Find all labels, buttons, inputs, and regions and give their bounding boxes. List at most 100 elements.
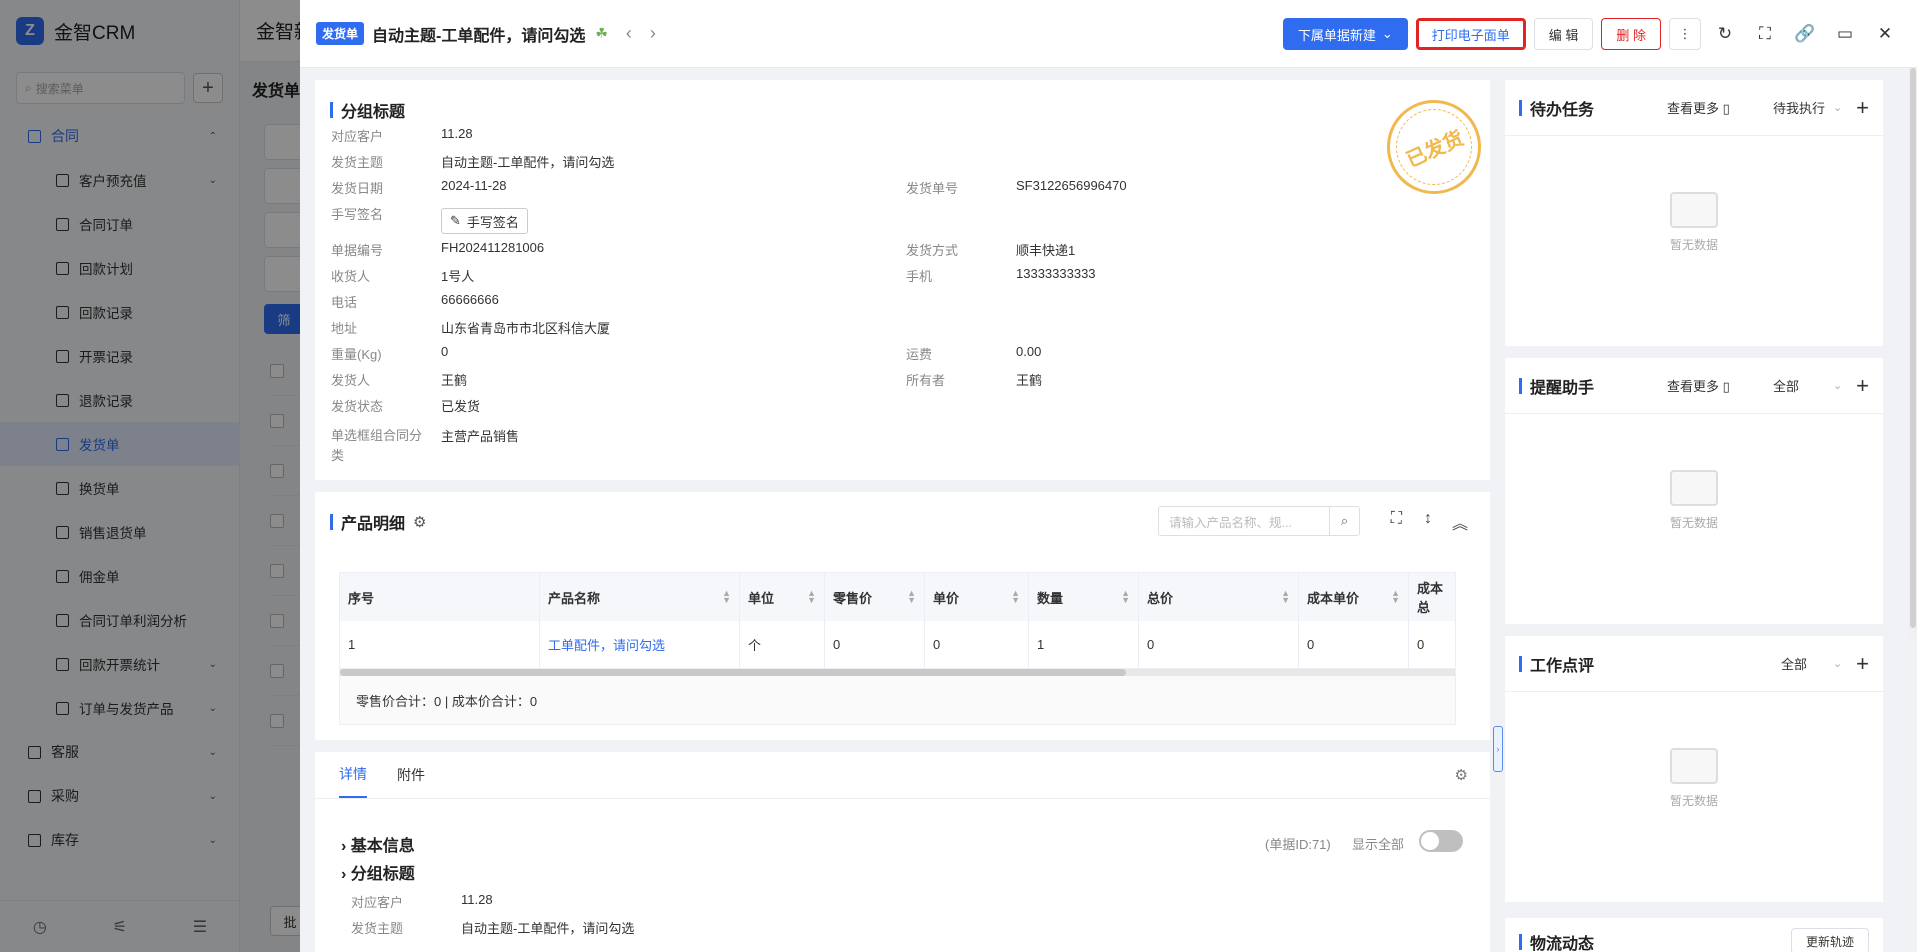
column-header[interactable]: 总价 ▲ ▼ (1139, 573, 1299, 621)
column-header[interactable]: 单位 ▲ ▼ (740, 573, 825, 621)
field-value[interactable]: 11.28 (441, 126, 473, 141)
fullscreen-icon[interactable]: ⛶ (1749, 18, 1781, 50)
search-icon[interactable]: ⌕ (1329, 507, 1359, 535)
column-header-label: 数量 (1037, 590, 1064, 606)
collapse-up-icon[interactable]: ︽ (1452, 510, 1468, 534)
table-header: 序号 产品名称 ▲ ▼ 单位 ▲ ▼ 零售价 ▲ ▼ 单价 ▲ ▼ 数量 ▲ ▼ 总价 ▲ ▼ 成本单价 ▲ ▼ 成本总 (340, 573, 1455, 621)
reminder-view-more[interactable]: 查看更多 ▯ (1667, 376, 1730, 395)
chevron-down-icon[interactable]: ⌄ (1833, 657, 1842, 670)
show-all-toggle[interactable] (1419, 830, 1463, 852)
close-icon[interactable]: ✕ (1869, 18, 1901, 50)
share-icon[interactable]: ☘ (595, 25, 608, 42)
refresh-icon[interactable]: ↻ (1709, 18, 1741, 50)
view-more-label: 查看更多 (1667, 379, 1720, 394)
sort-icon[interactable]: ▲ ▼ (907, 589, 916, 605)
sort-icon[interactable]: ▲ ▼ (722, 589, 731, 605)
column-header[interactable]: 成本单价 ▲ ▼ (1299, 573, 1409, 621)
link-icon[interactable]: 🔗 (1789, 18, 1821, 50)
products-card: 产品明细 ⚙ 请输入产品名称、规... ⌕ ⛶ ↕ ︽ 序号 产品名称 ▲ ▼ 单位 ▲ ▼… (315, 492, 1490, 740)
field-value: 主营产品销售 (441, 429, 520, 444)
column-header[interactable]: 产品名称 ▲ ▼ (540, 573, 740, 621)
table-body: 1 工单配件，请问勾选个 0 0 1 0 0 0 (340, 621, 1455, 669)
next-record-icon[interactable]: › (650, 23, 656, 44)
row-height-icon[interactable]: ↕ (1424, 510, 1432, 528)
scrollbar-thumb[interactable] (340, 669, 1126, 676)
gear-icon[interactable]: ⚙ (1455, 766, 1468, 784)
empty-inbox-icon (1670, 748, 1718, 784)
table-cell: 0 (1139, 621, 1299, 669)
product-search-input[interactable]: 请输入产品名称、规... (1159, 512, 1329, 531)
todo-panel-header: 待办任务 查看更多 ▯ 待我执行 ⌄ + (1505, 80, 1883, 136)
more-actions-icon[interactable]: ⋮ (1669, 18, 1701, 50)
print-waybill-button[interactable]: 打印电子面单 (1415, 18, 1526, 50)
field-label: 发货主题 (331, 155, 384, 170)
add-review-icon[interactable]: + (1856, 651, 1869, 677)
field-value: 王鹤 (441, 373, 468, 388)
column-header[interactable]: 数量 ▲ ▼ (1029, 573, 1139, 621)
field-label: 发货单号 (906, 181, 959, 196)
horizontal-scrollbar[interactable] (340, 669, 1455, 676)
column-header[interactable]: 零售价 ▲ ▼ (825, 573, 925, 621)
table-cell: 0 (1409, 621, 1455, 669)
reminder-filter-select[interactable]: 全部 (1773, 376, 1799, 395)
chevron-down-icon[interactable]: ⌄ (1833, 101, 1842, 114)
review-panel-header: 工作点评 全部 ⌄ + (1505, 636, 1883, 692)
reminder-empty-state: 暂无数据 (1505, 470, 1883, 531)
todo-filter-select[interactable]: 待我执行 (1773, 98, 1825, 117)
add-todo-icon[interactable]: + (1856, 95, 1869, 121)
basic-info-section[interactable]: › 基本信息 (341, 832, 415, 856)
field-label: 发货主题 (351, 921, 404, 936)
chevron-down-icon[interactable]: ⌄ (1833, 379, 1842, 392)
column-header-label: 零售价 (833, 590, 873, 606)
table-cell: 0 (825, 621, 925, 669)
table-cell[interactable]: 工单配件，请问勾选 (540, 621, 740, 669)
delete-button[interactable]: 删 除 (1601, 18, 1661, 50)
field-value[interactable]: 11.28 (461, 892, 493, 907)
field-label: 地址 (331, 321, 358, 336)
logistics-title: 物流动态 (1519, 930, 1594, 952)
empty-text: 暂无数据 (1669, 516, 1718, 530)
window-icon[interactable]: ▭ (1829, 18, 1861, 50)
column-header[interactable]: 序号 (340, 573, 540, 621)
book-icon: ▯ (1722, 101, 1730, 116)
review-title-text: 工作点评 (1530, 657, 1595, 675)
detail-group-section[interactable]: › 分组标题 (341, 860, 415, 884)
panel-collapse-handle[interactable]: › (1493, 726, 1503, 772)
table-row[interactable]: 1 工单配件，请问勾选个 0 0 1 0 0 0 (340, 621, 1455, 669)
book-icon: ▯ (1722, 379, 1730, 394)
edit-button[interactable]: 编 辑 (1533, 18, 1594, 50)
field-label: 手写签名 (331, 207, 384, 222)
logistics-panel: 物流动态 更新轨迹 (1505, 918, 1883, 952)
column-header[interactable]: 成本总 (1409, 573, 1455, 621)
scrollbar-thumb[interactable] (1910, 68, 1916, 628)
sort-icon[interactable]: ▲ ▼ (1011, 589, 1020, 605)
todo-panel: 待办任务 查看更多 ▯ 待我执行 ⌄ + 暂无数据 (1505, 80, 1883, 346)
prev-record-icon[interactable]: ‹ (626, 23, 632, 44)
tab[interactable]: 详情 (339, 752, 367, 798)
tab[interactable]: 附件 (397, 752, 425, 798)
signature-button[interactable]: ✎ 手写签名 (441, 208, 528, 234)
gear-icon[interactable]: ⚙ (413, 513, 426, 531)
todo-view-more[interactable]: 查看更多 ▯ (1667, 98, 1730, 117)
column-header[interactable]: 单价 ▲ ▼ (925, 573, 1029, 621)
sort-icon[interactable]: ▲ ▼ (1391, 589, 1400, 605)
fullscreen-icon[interactable]: ⛶ (1391, 510, 1402, 528)
field-value: 山东省青岛市市北区科信大厦 (441, 321, 611, 336)
column-header-label: 单价 (933, 590, 960, 606)
column-header-label: 单位 (748, 590, 775, 606)
todo-title: 待办任务 (1519, 96, 1594, 120)
column-header-label: 总价 (1147, 590, 1174, 606)
sort-icon[interactable]: ▲ ▼ (1281, 589, 1290, 605)
sort-icon[interactable]: ▲ ▼ (1121, 589, 1130, 605)
sort-icon[interactable]: ▲ ▼ (807, 589, 816, 605)
review-filter-select[interactable]: 全部 (1781, 654, 1807, 673)
chevron-down-icon: ⌄ (1381, 26, 1393, 41)
refresh-tracking-button[interactable]: 更新轨迹 (1790, 928, 1869, 952)
new-sub-record-button[interactable]: 下属单据新建 ⌄ (1282, 18, 1408, 50)
add-reminder-icon[interactable]: + (1856, 373, 1869, 399)
review-panel: 工作点评 全部 ⌄ + 暂无数据 (1505, 636, 1883, 902)
right-scrollbar[interactable] (1909, 68, 1917, 638)
detail-drawer: 发货单 自动主题-工单配件，请问勾选 ☘ ‹ › 下属单据新建 ⌄ 打印电子面单 … (300, 0, 1917, 952)
basic-info-label: 基本信息 (350, 838, 415, 855)
chevron-right-icon: › (341, 838, 347, 855)
